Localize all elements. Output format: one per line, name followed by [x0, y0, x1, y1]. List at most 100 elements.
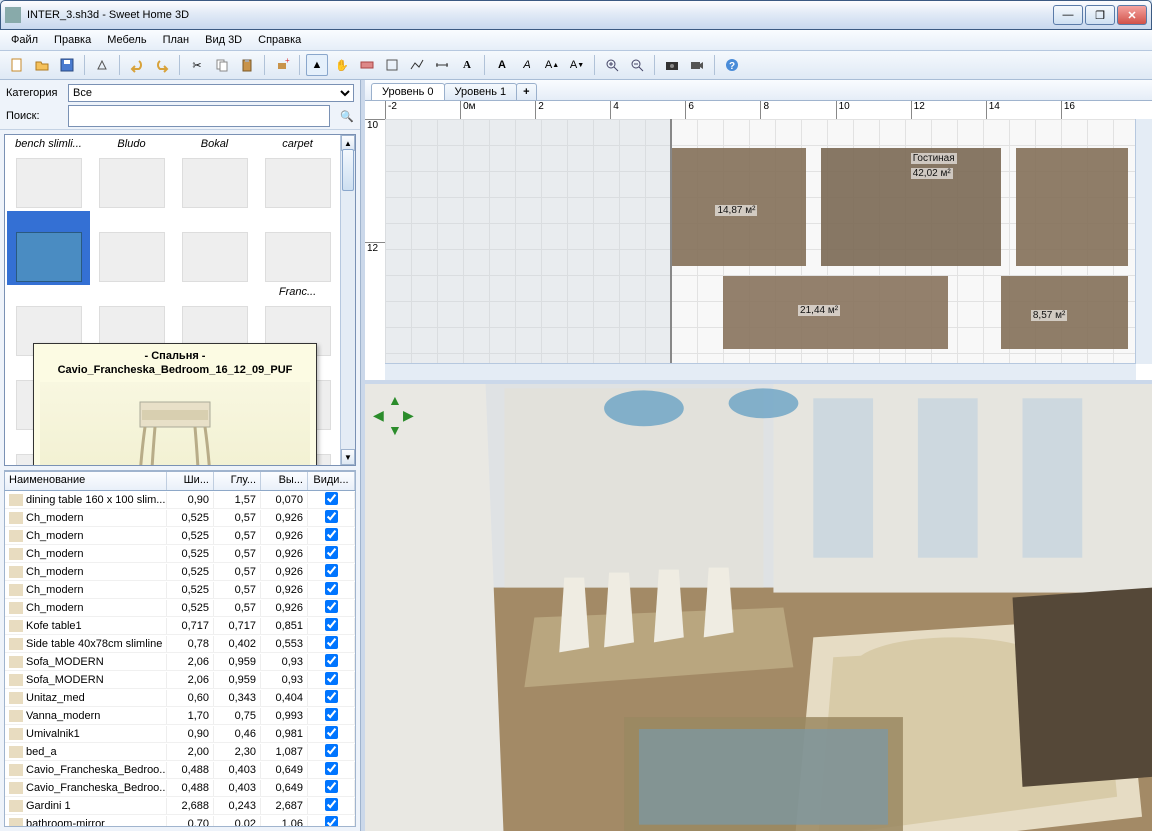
video-icon[interactable]	[686, 54, 708, 76]
minimize-button[interactable]: —	[1053, 5, 1083, 25]
visible-checkbox[interactable]	[325, 492, 338, 505]
nav-right-icon[interactable]: ▶	[403, 407, 417, 421]
cut-icon[interactable]: ✂	[186, 54, 208, 76]
menu-furniture[interactable]: Мебель	[100, 32, 153, 48]
col-height[interactable]: Вы...	[261, 472, 308, 490]
catalog-item[interactable]: carpet	[256, 137, 339, 211]
table-row[interactable]: Unitaz_med0,600,3430,404	[5, 689, 355, 707]
3d-nav-pad[interactable]: ▲ ◀ ▶ ▼	[373, 392, 417, 436]
menu-file[interactable]: Файл	[4, 32, 45, 48]
plan-canvas[interactable]: Гостиная 42,02 м² 14,87 м² 21,44 м² 8,57…	[385, 119, 1136, 364]
catalog-item[interactable]: Bludo	[90, 137, 173, 211]
open-file-icon[interactable]	[31, 54, 53, 76]
visible-checkbox[interactable]	[325, 564, 338, 577]
maximize-button[interactable]: ❐	[1085, 5, 1115, 25]
menu-edit[interactable]: Правка	[47, 32, 98, 48]
visible-checkbox[interactable]	[325, 708, 338, 721]
col-depth[interactable]: Глу...	[214, 472, 261, 490]
col-visible[interactable]: Види...	[308, 472, 355, 490]
menu-help[interactable]: Справка	[251, 32, 308, 48]
new-file-icon[interactable]	[6, 54, 28, 76]
catalog-item[interactable]	[90, 211, 173, 285]
zoom-in-icon[interactable]	[601, 54, 623, 76]
add-furniture-icon[interactable]: +	[271, 54, 293, 76]
visible-checkbox[interactable]	[325, 636, 338, 649]
visible-checkbox[interactable]	[325, 744, 338, 757]
undo-icon[interactable]	[126, 54, 148, 76]
visible-checkbox[interactable]	[325, 690, 338, 703]
catalog-item[interactable]	[256, 211, 339, 285]
text-decrease-icon[interactable]: A▼	[566, 54, 588, 76]
tab-level-1[interactable]: Уровень 1	[444, 83, 518, 100]
text-tool-icon[interactable]: A	[456, 54, 478, 76]
help-icon[interactable]: ?	[721, 54, 743, 76]
wall-tool-icon[interactable]	[356, 54, 378, 76]
preferences-icon[interactable]	[91, 54, 113, 76]
visible-checkbox[interactable]	[325, 762, 338, 775]
visible-checkbox[interactable]	[325, 726, 338, 739]
dimension-tool-icon[interactable]	[431, 54, 453, 76]
col-width[interactable]: Ши...	[167, 472, 214, 490]
pan-tool-icon[interactable]: ✋	[331, 54, 353, 76]
redo-icon[interactable]	[151, 54, 173, 76]
category-select[interactable]: Все	[68, 84, 354, 102]
visible-checkbox[interactable]	[325, 600, 338, 613]
catalog-scrollbar[interactable]: ▲ ▼	[340, 135, 355, 465]
visible-checkbox[interactable]	[325, 780, 338, 793]
tab-level-0[interactable]: Уровень 0	[371, 83, 445, 100]
3d-view[interactable]: ▲ ◀ ▶ ▼	[365, 384, 1152, 831]
visible-checkbox[interactable]	[325, 510, 338, 523]
nav-down-icon[interactable]: ▼	[388, 422, 402, 436]
table-row[interactable]: bathroom-mirror0,700,021,06	[5, 815, 355, 827]
table-row[interactable]: Ch_modern0,5250,570,926	[5, 599, 355, 617]
table-row[interactable]: Ch_modern0,5250,570,926	[5, 563, 355, 581]
plan-area[interactable]: -20м246810121416 1012 Гостиная 42,02 м² …	[365, 101, 1152, 380]
scroll-thumb[interactable]	[342, 149, 354, 191]
menu-view3d[interactable]: Вид 3D	[198, 32, 249, 48]
table-row[interactable]: Sofa_MODERN2,060,9590,93	[5, 671, 355, 689]
table-row[interactable]: Umivalnik10,900,460,981	[5, 725, 355, 743]
nav-left-icon[interactable]: ◀	[373, 407, 387, 421]
visible-checkbox[interactable]	[325, 528, 338, 541]
visible-checkbox[interactable]	[325, 618, 338, 631]
table-row[interactable]: Side table 40x78cm slimline0,780,4020,55…	[5, 635, 355, 653]
visible-checkbox[interactable]	[325, 672, 338, 685]
visible-checkbox[interactable]	[325, 798, 338, 811]
plan-scrollbar-v[interactable]	[1135, 119, 1152, 364]
paste-icon[interactable]	[236, 54, 258, 76]
save-file-icon[interactable]	[56, 54, 78, 76]
table-row[interactable]: Sofa_MODERN2,060,9590,93	[5, 653, 355, 671]
search-icon[interactable]: 🔍	[340, 110, 354, 123]
table-row[interactable]: Ch_modern0,5250,570,926	[5, 509, 355, 527]
polyline-tool-icon[interactable]	[406, 54, 428, 76]
tab-add-level[interactable]: +	[516, 83, 536, 100]
visible-checkbox[interactable]	[325, 654, 338, 667]
catalog-item[interactable]: bench slimli...	[7, 137, 90, 211]
scroll-down-icon[interactable]: ▼	[341, 449, 355, 465]
nav-up-icon[interactable]: ▲	[388, 392, 402, 406]
text-bold-icon[interactable]: A	[491, 54, 513, 76]
table-row[interactable]: Kofe table10,7170,7170,851	[5, 617, 355, 635]
table-row[interactable]: Ch_modern0,5250,570,926	[5, 581, 355, 599]
furniture-table-body[interactable]: dining table 160 x 100 slim...0,901,570,…	[4, 491, 356, 827]
text-italic-icon[interactable]: A	[516, 54, 538, 76]
table-row[interactable]: Ch_modern0,5250,570,926	[5, 527, 355, 545]
menu-plan[interactable]: План	[156, 32, 197, 48]
visible-checkbox[interactable]	[325, 816, 338, 828]
text-increase-icon[interactable]: A▲	[541, 54, 563, 76]
select-tool-icon[interactable]: ▲	[306, 54, 328, 76]
table-row[interactable]: Gardini 12,6880,2432,687	[5, 797, 355, 815]
zoom-out-icon[interactable]	[626, 54, 648, 76]
catalog-item[interactable]	[173, 211, 256, 285]
visible-checkbox[interactable]	[325, 546, 338, 559]
table-row[interactable]: bed_a2,002,301,087	[5, 743, 355, 761]
catalog-item[interactable]	[7, 211, 90, 285]
photo-icon[interactable]	[661, 54, 683, 76]
search-input[interactable]	[68, 105, 330, 127]
catalog-item[interactable]: Bokal	[173, 137, 256, 211]
copy-icon[interactable]	[211, 54, 233, 76]
col-name[interactable]: Наименование	[5, 472, 167, 490]
plan-scrollbar-h[interactable]	[385, 363, 1136, 380]
table-row[interactable]: Ch_modern0,5250,570,926	[5, 545, 355, 563]
table-row[interactable]: dining table 160 x 100 slim...0,901,570,…	[5, 491, 355, 509]
